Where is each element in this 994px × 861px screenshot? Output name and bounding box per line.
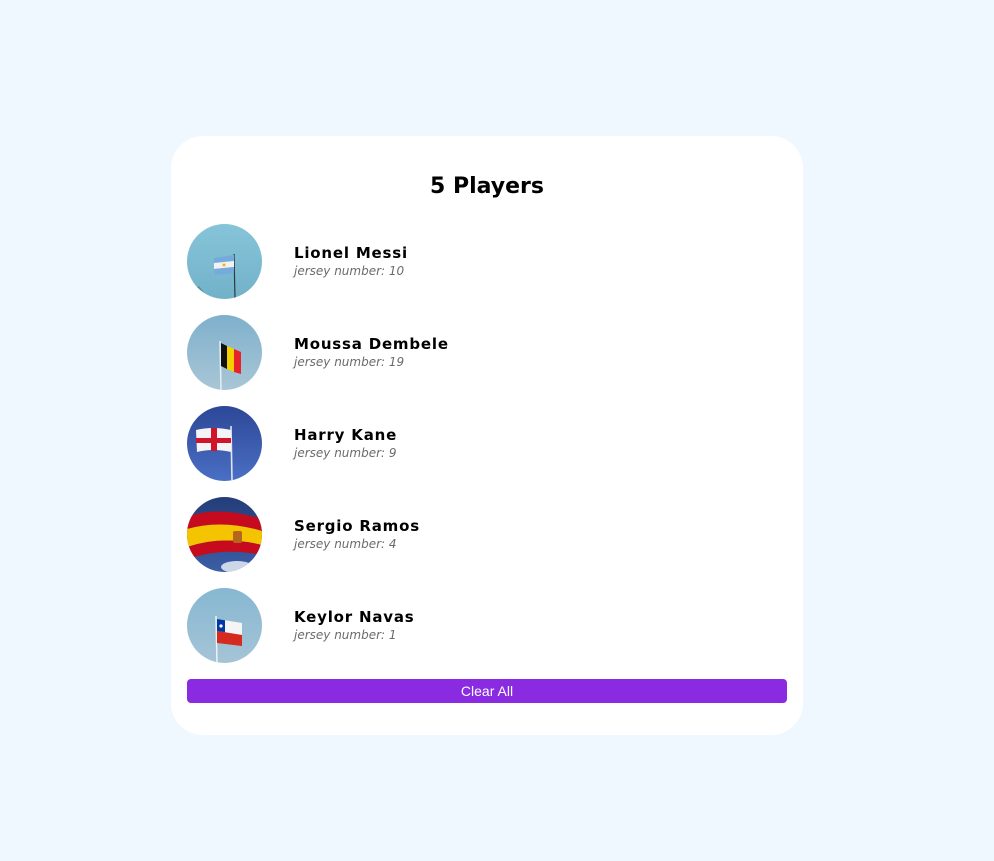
player-item: Sergio Ramos jersey number: 4 bbox=[187, 497, 787, 588]
player-info: Keylor Navas jersey number: 1 bbox=[294, 608, 414, 644]
argentina-flag-icon bbox=[187, 224, 262, 299]
player-list: Lionel Messi jersey number: 10 Moussa De… bbox=[187, 224, 787, 679]
player-info: Harry Kane jersey number: 9 bbox=[294, 426, 397, 462]
page-title: 5 Players bbox=[429, 174, 544, 199]
player-avatar bbox=[187, 497, 262, 572]
player-name: Lionel Messi bbox=[294, 244, 408, 262]
player-name: Keylor Navas bbox=[294, 608, 415, 626]
belgium-flag-icon bbox=[187, 315, 262, 390]
player-item: Keylor Navas jersey number: 1 bbox=[187, 588, 787, 679]
player-item: Lionel Messi jersey number: 10 bbox=[187, 224, 787, 315]
player-avatar bbox=[187, 588, 262, 663]
clear-all-button[interactable]: Clear All bbox=[187, 679, 787, 703]
player-jersey-number: jersey number: 4 bbox=[294, 537, 397, 551]
player-info: Lionel Messi jersey number: 10 bbox=[294, 244, 408, 280]
player-info: Moussa Dembele jersey number: 19 bbox=[294, 335, 449, 371]
player-jersey-number: jersey number: 10 bbox=[294, 264, 405, 278]
player-avatar bbox=[187, 315, 262, 390]
player-jersey-number: jersey number: 19 bbox=[294, 355, 405, 369]
player-item: Moussa Dembele jersey number: 19 bbox=[187, 315, 787, 406]
england-flag-icon bbox=[187, 406, 262, 481]
player-name: Sergio Ramos bbox=[294, 517, 420, 535]
chile-flag-icon bbox=[187, 588, 262, 663]
player-name: Moussa Dembele bbox=[294, 335, 449, 353]
player-avatar bbox=[187, 224, 262, 299]
player-info: Sergio Ramos jersey number: 4 bbox=[294, 517, 420, 553]
player-item: Harry Kane jersey number: 9 bbox=[187, 406, 787, 497]
spain-flag-icon bbox=[187, 497, 262, 572]
player-avatar bbox=[187, 406, 262, 481]
player-jersey-number: jersey number: 1 bbox=[294, 628, 397, 642]
player-jersey-number: jersey number: 9 bbox=[294, 446, 397, 460]
players-card: 5 Players Lionel Messi jersey number: 10… bbox=[171, 136, 803, 735]
player-name: Harry Kane bbox=[294, 426, 398, 444]
